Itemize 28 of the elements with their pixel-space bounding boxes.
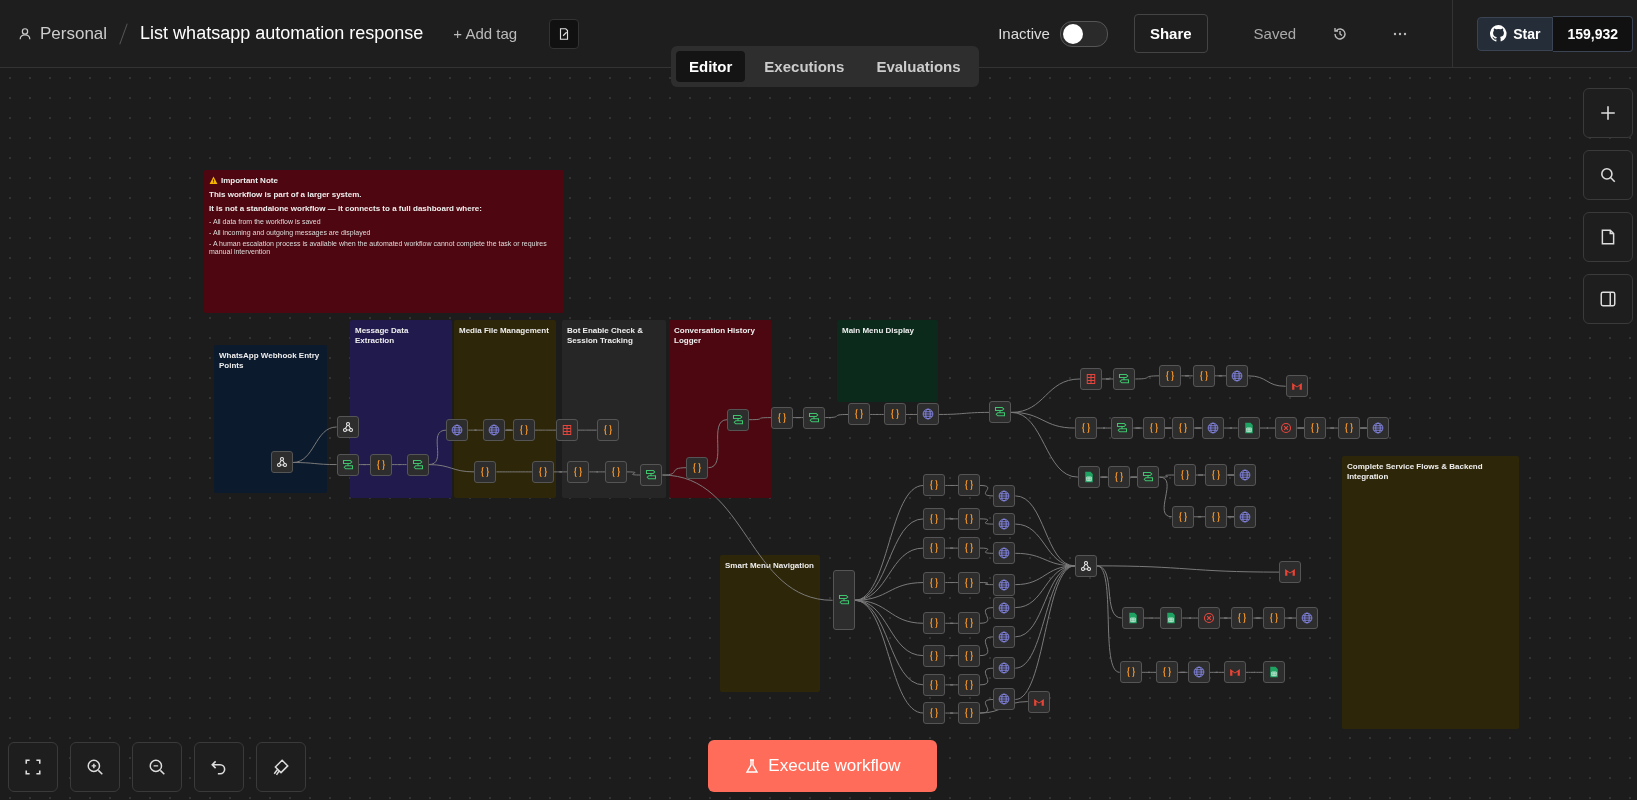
sticky-note[interactable]: Smart Menu Navigation: [720, 555, 820, 692]
share-button[interactable]: Share: [1133, 14, 1208, 53]
note-title: Complete Service Flows & Backend Integration: [1347, 462, 1484, 482]
workflow-title[interactable]: List whatsapp automation response: [140, 23, 424, 44]
note-title: Message Data Extraction: [355, 326, 410, 346]
star-count: 159,932: [1553, 15, 1633, 52]
sticky-note[interactable]: Message Data Extraction: [350, 320, 452, 498]
note-title: Conversation History Logger: [674, 326, 756, 346]
sticky-note[interactable]: Main Menu Display: [837, 320, 938, 402]
note-title: Smart Menu Navigation: [725, 561, 815, 571]
add-tag-button[interactable]: + Add tag: [447, 24, 524, 43]
note-title: WhatsApp Webhook Entry Points: [219, 351, 321, 371]
view-tab[interactable]: Editor: [676, 51, 746, 82]
note-title: Main Menu Display: [842, 326, 915, 336]
sticky-note[interactable]: Complete Service Flows & Backend Integration: [1342, 456, 1519, 729]
note-title: Media File Management: [459, 326, 550, 336]
project-link[interactable]: Personal: [40, 23, 108, 44]
view-tab[interactable]: Evaluations: [863, 51, 974, 82]
github-star-button[interactable]: Star: [1477, 16, 1554, 51]
sticky-note[interactable]: Conversation History Logger: [669, 320, 772, 498]
sticky-note[interactable]: WhatsApp Webhook Entry Points: [214, 345, 327, 493]
note-title: Important Note: [221, 176, 278, 185]
note-text: This workflow is part of a larger system.: [209, 190, 363, 199]
note-text: It is not a standalone workflow — it connects to a full dashboard where:: [209, 204, 483, 213]
view-tab[interactable]: Executions: [751, 51, 858, 82]
note-title: Bot Enable Check & Session Tracking: [567, 326, 644, 346]
status-label: Inactive: [998, 25, 1050, 42]
saved-status: Saved: [1253, 25, 1297, 42]
